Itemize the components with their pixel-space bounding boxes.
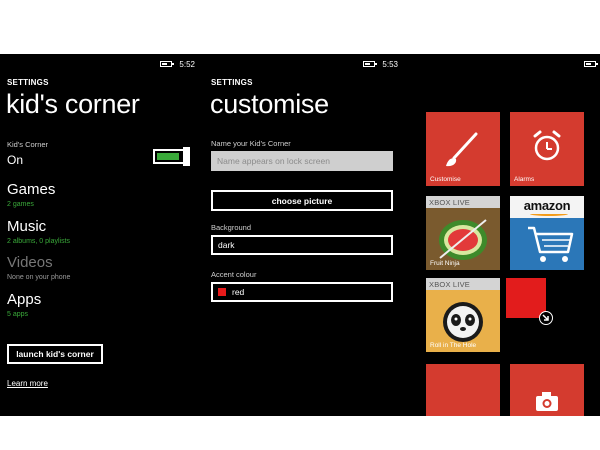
name-field-label: Name your Kid's Corner <box>211 139 291 148</box>
customise-screen: 5:53 SETTINGS customise Name your Kid's … <box>203 54 406 416</box>
start-screen: Customise Alarms XBOX LIVE Fruit Ninja a… <box>406 54 600 416</box>
fruit-ninja-tile[interactable]: XBOX LIVE Fruit Ninja <box>426 196 500 270</box>
accent-value: red <box>232 287 245 297</box>
learn-more-link[interactable]: Learn more <box>7 379 48 388</box>
roll-in-the-hole-tile[interactable]: XBOX LIVE Roll in The Hole <box>426 278 500 352</box>
background-label: Background <box>211 223 252 232</box>
accent-colour-select[interactable]: red <box>211 282 393 302</box>
music-item[interactable]: Music <box>7 218 46 235</box>
battery-icon <box>584 61 598 67</box>
page-title: customise <box>210 89 329 119</box>
resize-arrow-icon[interactable] <box>539 311 553 325</box>
customise-tile-label: Customise <box>430 176 461 183</box>
games-subtitle: 2 games <box>7 201 34 208</box>
camera-icon <box>536 392 558 411</box>
accent-colour-label: Accent colour <box>211 270 257 279</box>
roll-in-the-hole-label: Roll in The Hole <box>430 342 477 349</box>
fruit-ninja-label: Fruit Ninja <box>430 260 460 267</box>
games-item[interactable]: Games <box>7 181 55 198</box>
toggle-knob[interactable] <box>183 147 190 166</box>
name-input[interactable]: Name appears on lock screen <box>211 151 393 171</box>
section-header: SETTINGS <box>211 78 253 87</box>
partial-tile-left[interactable] <box>426 364 500 416</box>
status-time: 5:53 <box>382 59 398 69</box>
camera-tile[interactable] <box>510 364 584 416</box>
status-time: 5:52 <box>179 59 195 69</box>
xbox-live-header: XBOX LIVE <box>426 278 500 290</box>
background-select[interactable]: dark <box>211 235 393 255</box>
videos-subtitle: None on your phone <box>7 274 71 281</box>
videos-item[interactable]: Videos <box>7 254 53 271</box>
status-bar: 5:52 <box>160 58 195 70</box>
paintbrush-icon <box>446 132 478 167</box>
customise-tile[interactable]: Customise <box>426 112 500 186</box>
music-subtitle: 2 albums, 0 playlists <box>7 238 71 245</box>
accent-swatch <box>218 288 226 296</box>
alarm-clock-icon <box>533 130 561 161</box>
toggle-label: Kid's Corner <box>7 140 49 149</box>
page-title: kid's corner <box>6 89 140 119</box>
section-header: SETTINGS <box>7 78 49 87</box>
battery-icon <box>363 61 378 67</box>
background-value: dark <box>218 240 235 250</box>
status-bar: 5:53 <box>363 58 398 70</box>
status-bar <box>584 58 598 70</box>
alarms-tile[interactable]: Alarms <box>510 112 584 186</box>
toggle-fill <box>157 153 179 160</box>
shopping-cart-icon <box>528 226 574 262</box>
xbox-live-header: XBOX LIVE <box>426 196 500 208</box>
choose-picture-button[interactable]: choose picture <box>211 190 393 211</box>
alarms-tile-label: Alarms <box>514 176 535 183</box>
launch-kids-corner-button[interactable]: launch kid's corner <box>7 344 103 364</box>
kids-corner-screen: 5:52 SETTINGS kid's corner Kid's Corner … <box>0 54 203 416</box>
battery-icon <box>160 61 175 67</box>
apps-item[interactable]: Apps <box>7 291 41 308</box>
apps-subtitle: 5 apps <box>7 311 29 318</box>
toggle-state: On <box>7 153 24 167</box>
amazon-tile[interactable]: amazon <box>510 196 584 270</box>
kids-corner-toggle[interactable] <box>153 147 190 166</box>
